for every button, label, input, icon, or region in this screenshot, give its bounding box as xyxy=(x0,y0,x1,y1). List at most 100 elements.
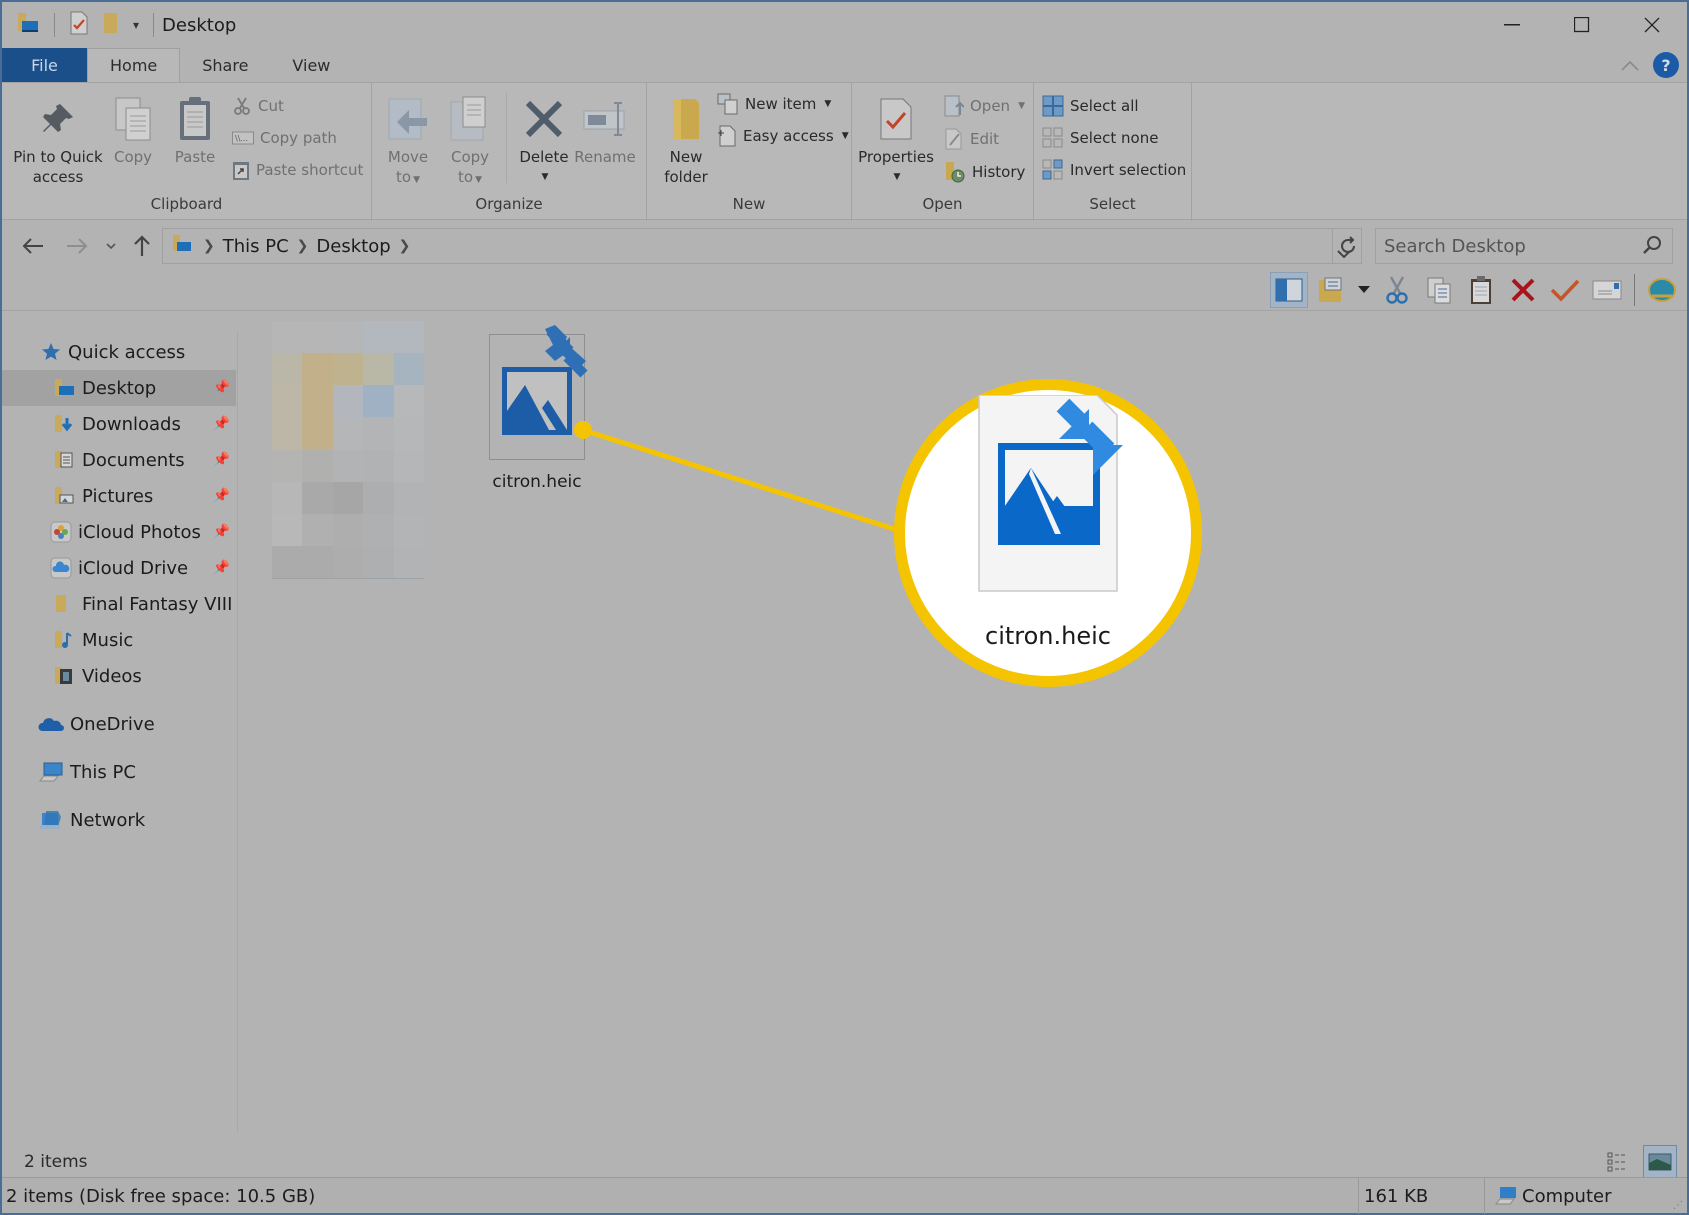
details-view-button[interactable] xyxy=(1601,1145,1635,1179)
cut-button[interactable]: Cut xyxy=(232,93,284,119)
breadcrumb-chevron-icon[interactable]: ❯ xyxy=(297,238,309,254)
pin-icon[interactable]: 📌 xyxy=(213,380,230,396)
preview-pane-button[interactable] xyxy=(1270,272,1308,308)
help-icon[interactable]: ? xyxy=(1653,52,1679,78)
search-input[interactable] xyxy=(1384,235,1634,257)
copy-path-icon: \\... xyxy=(232,131,254,145)
pin-icon[interactable]: 📌 xyxy=(213,416,230,432)
back-button[interactable] xyxy=(18,232,48,260)
delete-button[interactable]: Delete ▼ xyxy=(516,93,572,187)
nav-item-icloud-photos[interactable]: iCloud Photos 📌 xyxy=(2,514,236,550)
location-zone: Computer xyxy=(1494,1178,1611,1214)
properties-button[interactable]: Properties ▼ xyxy=(858,93,934,187)
pin-icon[interactable]: 📌 xyxy=(213,560,230,576)
forward-button[interactable] xyxy=(62,232,92,260)
recent-locations-button[interactable] xyxy=(102,232,120,260)
folder-options-button[interactable] xyxy=(1312,272,1350,308)
refresh-button[interactable] xyxy=(1332,228,1362,264)
easy-access-button[interactable]: Easy access ▼ xyxy=(717,123,849,149)
breadcrumb-chevron-icon[interactable]: ❯ xyxy=(203,238,215,254)
toolbar-properties-button[interactable] xyxy=(1546,272,1584,308)
nav-onedrive[interactable]: OneDrive xyxy=(2,706,236,742)
copy-path-button[interactable]: \\... Copy path xyxy=(232,125,337,151)
tab-view[interactable]: View xyxy=(270,48,352,82)
toolbar-email-button[interactable] xyxy=(1588,272,1626,308)
toolbar-copy-button[interactable] xyxy=(1420,272,1458,308)
toolbar-dropdown-button[interactable] xyxy=(1354,272,1374,308)
title-bar: ▾ Desktop xyxy=(2,2,1687,48)
address-bar[interactable]: ❯ This PC ❯ Desktop ❯ xyxy=(162,228,1362,264)
nav-item-documents[interactable]: Documents 📌 xyxy=(2,442,236,478)
breadcrumb-desktop[interactable]: Desktop xyxy=(316,236,390,257)
open-button[interactable]: Open ▼ xyxy=(944,93,1025,119)
nav-this-pc[interactable]: This PC xyxy=(2,754,236,790)
rename-button[interactable]: Rename xyxy=(572,93,638,167)
pin-icon[interactable]: 📌 xyxy=(213,524,230,540)
invert-selection-button[interactable]: Invert selection xyxy=(1042,157,1186,183)
customize-qat-dropdown-icon[interactable]: ▾ xyxy=(133,18,139,32)
explorer-app-icon[interactable] xyxy=(16,12,40,38)
nav-item-final-fantasy-viii[interactable]: Final Fantasy VIII xyxy=(2,586,236,622)
nav-item-desktop[interactable]: Desktop 📌 xyxy=(2,370,236,406)
magnified-callout: citron.heic xyxy=(894,379,1202,687)
selection-size: 161 KB xyxy=(1364,1185,1429,1207)
breadcrumb-chevron-icon[interactable]: ❯ xyxy=(399,238,411,254)
ribbon: Pin to Quick access Copy Paste Cut \\...… xyxy=(2,82,1687,221)
forward-arrow-icon xyxy=(67,238,88,254)
file-item-citron-heic[interactable]: citron.heic xyxy=(467,325,607,492)
toolbar-delete-button[interactable] xyxy=(1504,272,1542,308)
nav-item-videos[interactable]: Videos xyxy=(2,658,236,694)
videos-folder-icon xyxy=(54,665,76,687)
history-button[interactable]: History xyxy=(944,159,1025,185)
paste-icon xyxy=(1471,276,1491,304)
nav-item-downloads[interactable]: Downloads 📌 xyxy=(2,406,236,442)
toolbar-shell-button[interactable] xyxy=(1643,272,1681,308)
details-view-icon xyxy=(1607,1152,1627,1172)
tab-share[interactable]: Share xyxy=(180,48,270,82)
search-box[interactable] xyxy=(1375,228,1673,264)
pixelated-file-thumbnail[interactable] xyxy=(272,321,424,579)
tab-home[interactable]: Home xyxy=(87,48,181,82)
pin-to-quick-access-button[interactable]: Pin to Quick access xyxy=(10,93,106,187)
new-folder-button[interactable]: New folder xyxy=(657,93,715,187)
tab-file[interactable]: File xyxy=(2,48,87,82)
collapse-ribbon-icon[interactable] xyxy=(1621,56,1639,75)
select-group-label: Select xyxy=(1089,195,1136,213)
desktop-folder-icon xyxy=(54,377,76,399)
minimize-button[interactable] xyxy=(1477,2,1547,48)
status-text: 2 items (Disk free space: 10.5 GB) xyxy=(6,1185,316,1207)
window-controls xyxy=(1477,2,1687,48)
copy-button[interactable]: Copy xyxy=(108,93,158,167)
move-to-button[interactable]: Move to ▼ xyxy=(382,93,434,190)
nav-item-icloud-drive[interactable]: iCloud Drive 📌 xyxy=(2,550,236,586)
select-all-button[interactable]: Select all xyxy=(1042,93,1139,119)
search-icon[interactable] xyxy=(1642,235,1662,260)
pin-icon xyxy=(43,104,73,132)
close-button[interactable] xyxy=(1617,2,1687,48)
history-icon xyxy=(946,162,965,183)
pin-icon[interactable]: 📌 xyxy=(213,452,230,468)
toolbar-paste-button[interactable] xyxy=(1462,272,1500,308)
properties-qat-icon[interactable] xyxy=(69,11,89,39)
edit-button[interactable]: Edit xyxy=(944,126,999,152)
nav-network[interactable]: Network xyxy=(2,802,236,838)
resize-grip-icon[interactable]: ⋰ xyxy=(1673,1200,1683,1211)
paste-shortcut-button[interactable]: Paste shortcut xyxy=(232,157,363,183)
up-button[interactable] xyxy=(128,232,156,260)
pin-icon[interactable]: 📌 xyxy=(213,488,230,504)
large-icons-view-button[interactable] xyxy=(1643,1145,1677,1179)
select-none-button[interactable]: Select none xyxy=(1042,125,1158,151)
maximize-button[interactable] xyxy=(1547,2,1617,48)
paste-button[interactable]: Paste xyxy=(170,93,220,167)
copy-to-icon xyxy=(450,96,486,141)
nav-item-pictures[interactable]: Pictures 📌 xyxy=(2,478,236,514)
nav-quick-access[interactable]: Quick access xyxy=(2,334,236,370)
new-folder-qat-icon[interactable] xyxy=(103,12,119,38)
navigation-pane: Quick access Desktop 📌 Downloads 📌 Docum… xyxy=(2,332,238,1132)
breadcrumb-this-pc[interactable]: This PC xyxy=(223,236,289,257)
organize-separator xyxy=(506,93,507,183)
new-item-button[interactable]: New item ▼ xyxy=(717,91,831,117)
toolbar-cut-button[interactable] xyxy=(1378,272,1416,308)
nav-item-music[interactable]: Music xyxy=(2,622,236,658)
copy-to-button[interactable]: Copy to ▼ xyxy=(444,93,496,190)
